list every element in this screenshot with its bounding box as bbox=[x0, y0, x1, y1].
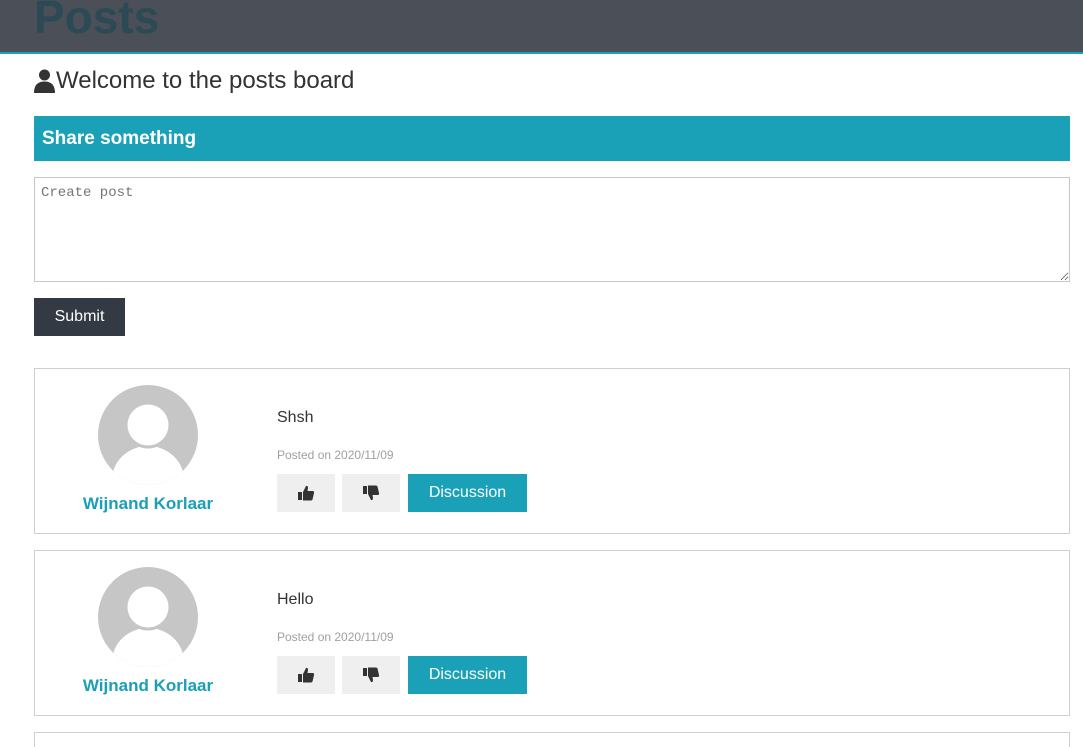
post-card bbox=[34, 732, 1070, 747]
welcome-text: Welcome to the posts board bbox=[56, 67, 355, 94]
submit-button[interactable]: Submit bbox=[34, 298, 125, 336]
dislike-button[interactable] bbox=[342, 474, 400, 512]
thumbs-down-icon bbox=[363, 667, 380, 683]
like-button[interactable] bbox=[277, 474, 335, 512]
discussion-button[interactable]: Discussion bbox=[408, 656, 527, 694]
post-card: Wijnand Korlaar Hello Posted on 2020/11/… bbox=[34, 550, 1070, 716]
post-date: Posted on 2020/11/09 bbox=[277, 630, 394, 644]
post-content: Hello bbox=[277, 591, 314, 608]
top-navbar: Posts bbox=[0, 0, 1083, 54]
post-author[interactable]: Wijnand Korlaar bbox=[35, 494, 261, 514]
user-icon bbox=[34, 69, 55, 93]
post-card: Wijnand Korlaar Shsh Posted on 2020/11/0… bbox=[34, 368, 1070, 534]
welcome-banner: Welcome to the posts board bbox=[34, 66, 354, 96]
share-heading: Share something bbox=[34, 116, 1070, 161]
post-content: Shsh bbox=[277, 409, 314, 426]
thumbs-up-icon bbox=[298, 667, 315, 683]
post-author[interactable]: Wijnand Korlaar bbox=[35, 676, 261, 696]
like-button[interactable] bbox=[277, 656, 335, 694]
avatar bbox=[98, 385, 198, 485]
page-title: Posts bbox=[34, 0, 160, 43]
dislike-button[interactable] bbox=[342, 656, 400, 694]
discussion-button[interactable]: Discussion bbox=[408, 474, 527, 512]
avatar bbox=[98, 567, 198, 667]
thumbs-up-icon bbox=[298, 485, 315, 501]
create-post-input[interactable] bbox=[34, 177, 1070, 282]
post-date: Posted on 2020/11/09 bbox=[277, 448, 394, 462]
thumbs-down-icon bbox=[363, 485, 380, 501]
